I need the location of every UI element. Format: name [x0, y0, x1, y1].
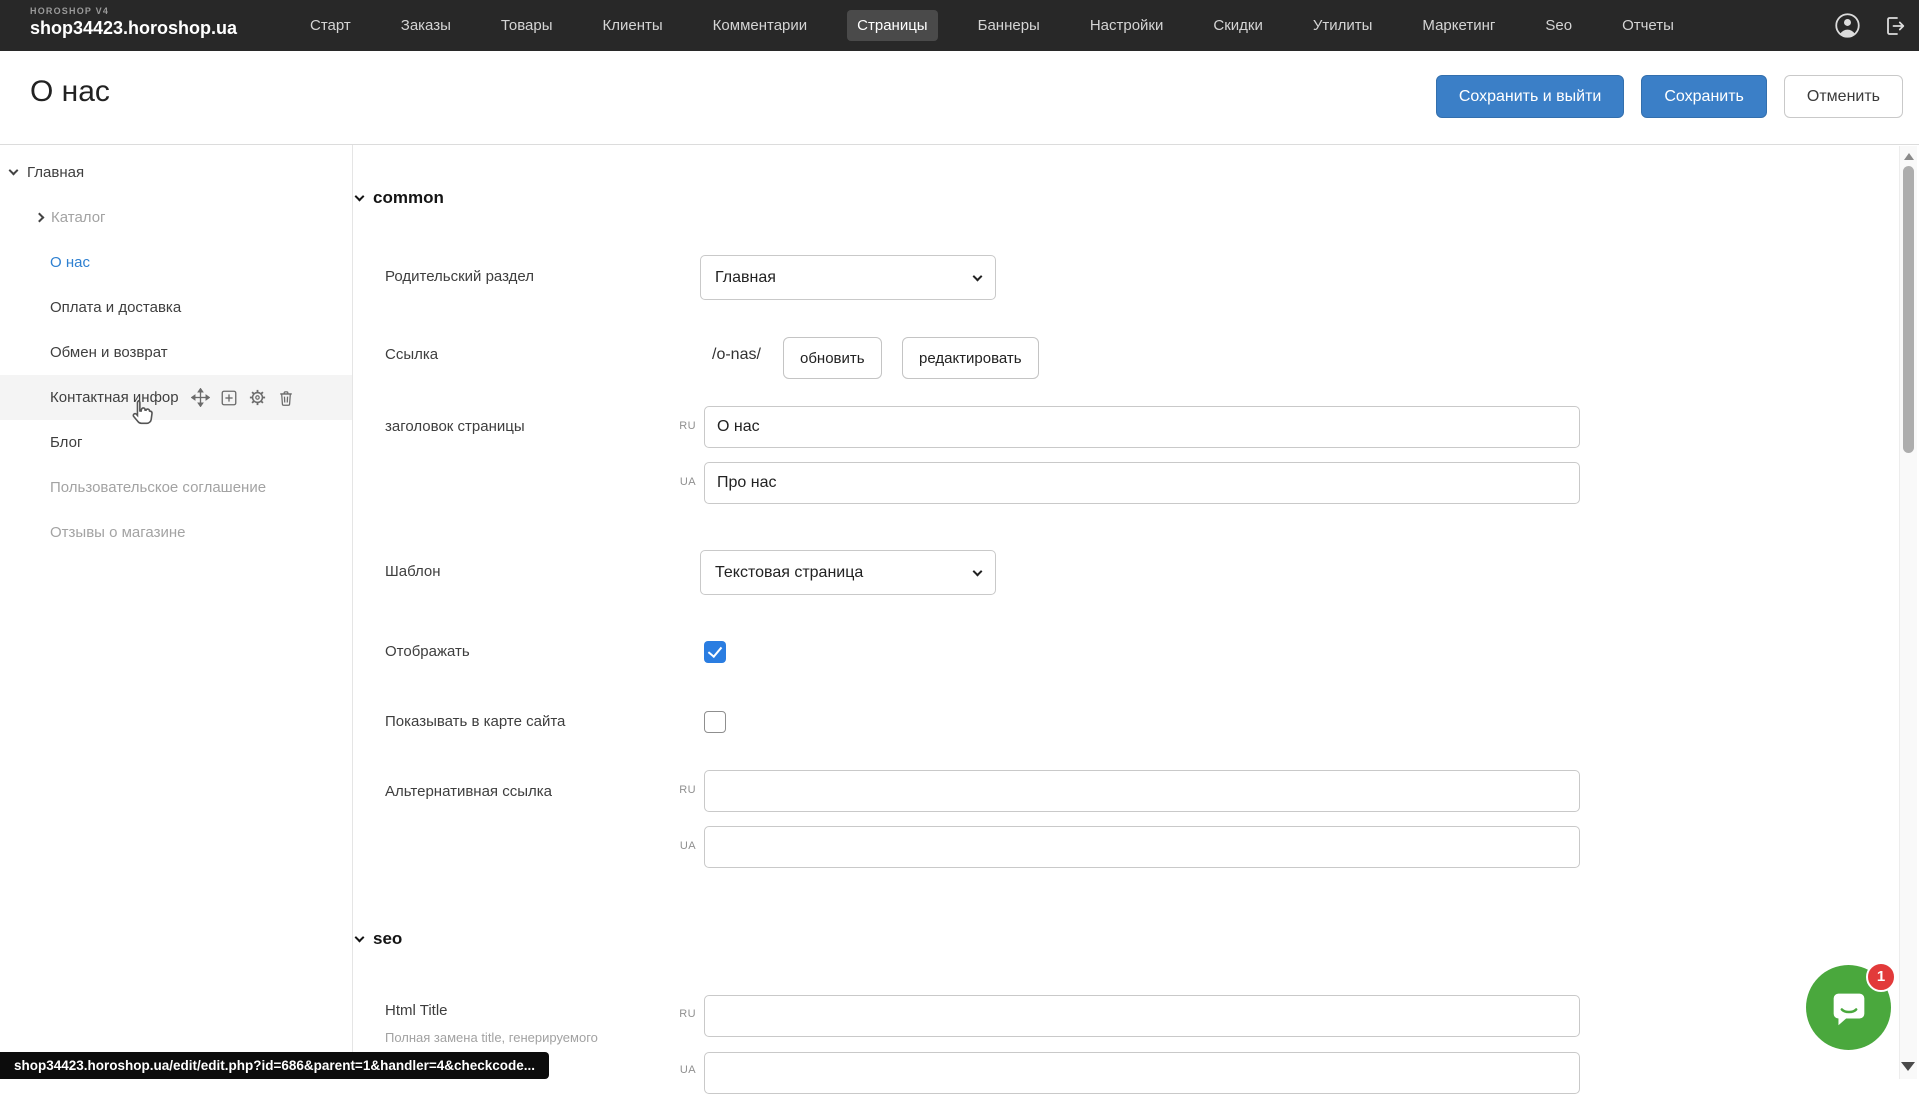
- menu-item-pages[interactable]: Страницы: [847, 10, 937, 41]
- sidebar-item-blog[interactable]: Блог: [0, 420, 352, 465]
- lang-badge-ru: RU: [650, 420, 696, 432]
- menu-item-settings[interactable]: Настройки: [1080, 10, 1174, 41]
- menu-item-banners[interactable]: Баннеры: [968, 10, 1050, 41]
- display-checkbox[interactable]: [704, 641, 726, 663]
- chat-unread-badge: 1: [1866, 962, 1896, 992]
- html-title-hint: Полная замена title, генерируемого: [385, 1030, 598, 1045]
- menu-item-comments[interactable]: Комментарии: [703, 10, 817, 41]
- link-value: /o-nas/: [712, 346, 761, 364]
- update-link-button[interactable]: обновить: [783, 337, 882, 379]
- settings-gear-icon[interactable]: [248, 388, 267, 407]
- chevron-down-icon[interactable]: [9, 166, 19, 176]
- top-menu: Старт Заказы Товары Клиенты Комментарии …: [300, 0, 1684, 51]
- chat-bubble-icon: [1826, 985, 1872, 1031]
- menu-item-orders[interactable]: Заказы: [391, 10, 461, 41]
- topbar: HOROSHOP V4 shop34423.horoshop.ua Старт …: [0, 0, 1919, 51]
- select-chevron-icon: [973, 271, 983, 281]
- cancel-button[interactable]: Отменить: [1784, 75, 1903, 118]
- page-title-ru-input[interactable]: [704, 406, 1580, 448]
- sidebar-divider: [352, 145, 353, 1079]
- lang-badge-ua: UA: [650, 476, 696, 488]
- menu-item-marketing[interactable]: Маркетинг: [1412, 10, 1505, 41]
- html-title-label: Html Title: [385, 1002, 448, 1019]
- lang-badge-ua: UA: [650, 1064, 696, 1076]
- sidebar-item-contact-info[interactable]: Контактная инфор: [0, 375, 352, 420]
- alt-link-label: Альтернативная ссылка: [385, 783, 552, 800]
- edit-link-button[interactable]: редактировать: [902, 337, 1039, 379]
- sidebar-item-payment-delivery[interactable]: Оплата и доставка: [0, 285, 352, 330]
- sitemap-label: Показывать в карте сайта: [385, 713, 565, 730]
- add-page-icon[interactable]: [220, 389, 238, 407]
- sidebar-item-exchange-return[interactable]: Обмен и возврат: [0, 330, 352, 375]
- select-chevron-icon: [973, 566, 983, 576]
- save-button[interactable]: Сохранить: [1641, 75, 1767, 118]
- menu-item-discounts[interactable]: Скидки: [1203, 10, 1272, 41]
- menu-item-reports[interactable]: Отчеты: [1612, 10, 1684, 41]
- sidebar-item-home[interactable]: Главная: [0, 150, 352, 195]
- scrollbar-down-arrow-icon[interactable]: [1901, 1062, 1915, 1071]
- alt-link-ua-input[interactable]: [704, 826, 1580, 868]
- brand-version: HOROSHOP V4: [30, 7, 237, 17]
- html-title-ua-input[interactable]: [704, 1052, 1580, 1094]
- page-header: О нас Сохранить и выйти Сохранить Отмени…: [0, 51, 1919, 145]
- menu-item-start[interactable]: Старт: [300, 10, 361, 41]
- sidebar-item-user-agreement[interactable]: Пользовательское соглашение: [0, 465, 352, 510]
- move-icon[interactable]: [191, 388, 210, 407]
- brand-domain: shop34423.horoshop.ua: [30, 19, 237, 39]
- common-section-header[interactable]: common: [356, 188, 444, 208]
- page-title: О нас: [30, 75, 110, 109]
- display-label: Отображать: [385, 643, 470, 660]
- menu-item-products[interactable]: Товары: [491, 10, 563, 41]
- sidebar-item-about[interactable]: О нас: [0, 240, 352, 285]
- parent-section-select[interactable]: Главная: [700, 255, 996, 300]
- pages-tree-sidebar: Главная Каталог О нас Оплата и доставка …: [0, 145, 352, 1079]
- template-select[interactable]: Текстовая страница: [700, 550, 996, 595]
- sidebar-item-store-reviews[interactable]: Отзывы о магазине: [0, 510, 352, 555]
- parent-section-label: Родительский раздел: [385, 268, 534, 285]
- user-account-icon[interactable]: [1834, 12, 1861, 39]
- lang-badge-ru: RU: [650, 784, 696, 796]
- link-status-tooltip: shop34423.horoshop.ua/edit/edit.php?id=6…: [0, 1052, 549, 1079]
- menu-item-seo[interactable]: Seo: [1535, 10, 1582, 41]
- menu-item-utilities[interactable]: Утилиты: [1303, 10, 1383, 41]
- sitemap-checkbox[interactable]: [704, 711, 726, 733]
- logout-icon[interactable]: [1883, 14, 1907, 38]
- lang-badge-ua: UA: [650, 840, 696, 852]
- menu-item-clients[interactable]: Клиенты: [593, 10, 673, 41]
- alt-link-ru-input[interactable]: [704, 770, 1580, 812]
- page-title-ua-input[interactable]: [704, 462, 1580, 504]
- delete-trash-icon[interactable]: [277, 389, 295, 407]
- template-label: Шаблон: [385, 563, 441, 580]
- seo-section-header[interactable]: seo: [356, 929, 402, 949]
- mouse-cursor-pointer: [126, 396, 158, 433]
- sidebar-item-catalog[interactable]: Каталог: [0, 195, 352, 240]
- lang-badge-ru: RU: [650, 1008, 696, 1020]
- scrollbar-up-arrow-icon[interactable]: [1904, 153, 1914, 160]
- chevron-right-icon[interactable]: [35, 213, 45, 223]
- content-scrollbar[interactable]: [1899, 146, 1917, 1079]
- header-actions: Сохранить и выйти Сохранить Отменить: [1436, 75, 1903, 118]
- save-and-exit-button[interactable]: Сохранить и выйти: [1436, 75, 1625, 118]
- link-label: Ссылка: [385, 346, 438, 363]
- html-title-ru-input[interactable]: [704, 995, 1580, 1037]
- collapse-chevron-icon: [355, 932, 365, 942]
- scrollbar-thumb[interactable]: [1903, 166, 1914, 453]
- collapse-chevron-icon: [355, 191, 365, 201]
- brand-logo[interactable]: HOROSHOP V4 shop34423.horoshop.ua: [30, 7, 237, 39]
- page-title-label: заголовок страницы: [385, 418, 525, 435]
